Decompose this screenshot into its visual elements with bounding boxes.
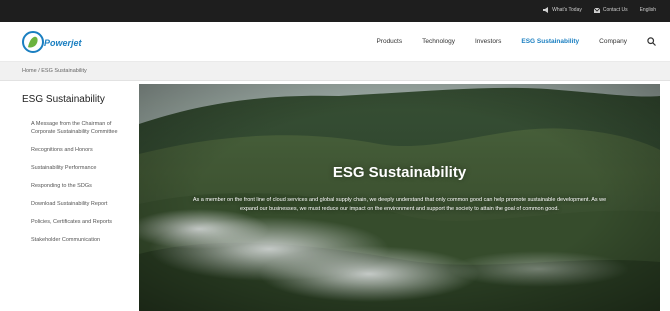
whats-new-label: What's Today bbox=[552, 7, 582, 13]
sidebar-item-performance[interactable]: Sustainability Performance bbox=[22, 164, 122, 172]
hero-banner: ESG Sustainability As a member on the fr… bbox=[139, 84, 660, 311]
logo-wordmark: Powerjet bbox=[44, 38, 83, 48]
site-header: Powerjet Products Technology Investors E… bbox=[0, 22, 670, 62]
sidebar-menu: A Message from the Chairman of Corporate… bbox=[22, 120, 122, 244]
mail-icon bbox=[593, 7, 600, 13]
language-link[interactable]: English bbox=[640, 7, 656, 13]
breadcrumb[interactable]: Home / ESG Sustainability bbox=[22, 68, 87, 74]
sidebar-item-chairman-message[interactable]: A Message from the Chairman of Corporate… bbox=[22, 120, 122, 136]
whats-new-link[interactable]: What's Today bbox=[543, 7, 582, 13]
nav-item-company[interactable]: Company bbox=[599, 38, 627, 45]
sidebar: ESG Sustainability A Message from the Ch… bbox=[22, 94, 122, 254]
language-label: English bbox=[639, 7, 656, 13]
top-utility-bar: What's Today Contact Us English bbox=[0, 0, 670, 22]
sidebar-item-policies[interactable]: Policies, Certificates and Reports bbox=[22, 218, 122, 226]
breadcrumb-bar: Home / ESG Sustainability bbox=[0, 62, 670, 81]
nav-item-investors[interactable]: Investors bbox=[475, 38, 501, 45]
contact-link[interactable]: Contact Us bbox=[593, 7, 628, 13]
hero-description: As a member on the front line of cloud s… bbox=[192, 197, 607, 212]
sidebar-title: ESG Sustainability bbox=[22, 94, 105, 105]
sidebar-item-sdgs[interactable]: Responding to the SDGs bbox=[22, 182, 122, 190]
nav-item-products[interactable]: Products bbox=[376, 38, 402, 45]
sidebar-item-download-report[interactable]: Download Sustainability Report bbox=[22, 200, 122, 208]
company-logo[interactable]: Powerjet bbox=[22, 29, 102, 55]
megaphone-icon bbox=[543, 7, 549, 13]
main-nav: Products Technology Investors ESG Sustai… bbox=[376, 37, 656, 46]
contact-label: Contact Us bbox=[602, 7, 628, 13]
nav-item-esg-sustainability[interactable]: ESG Sustainability bbox=[521, 38, 579, 45]
sidebar-item-stakeholder[interactable]: Stakeholder Communication bbox=[22, 236, 122, 244]
search-icon[interactable] bbox=[647, 37, 656, 46]
sidebar-item-recognitions[interactable]: Recognitions and Honors bbox=[22, 146, 122, 154]
nav-item-technology[interactable]: Technology bbox=[422, 38, 455, 45]
utility-links: What's Today Contact Us English bbox=[543, 7, 656, 13]
hero-content: ESG Sustainability As a member on the fr… bbox=[139, 84, 660, 311]
hero-title: ESG Sustainability bbox=[332, 164, 467, 181]
